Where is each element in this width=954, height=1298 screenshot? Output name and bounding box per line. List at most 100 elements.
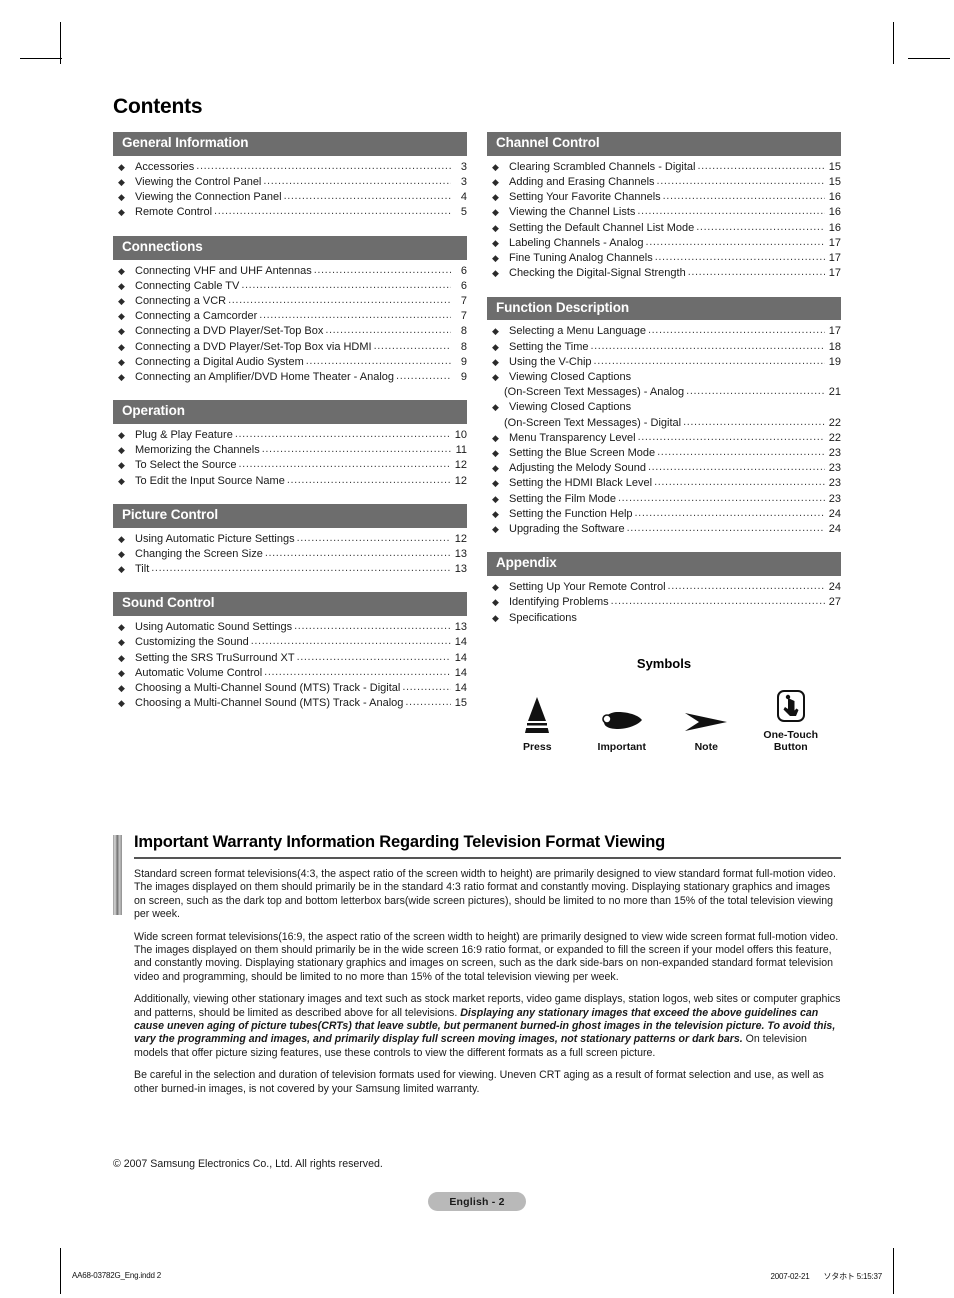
toc-entry[interactable]: ◆ Choosing a Multi-Channel Sound (MTS) Tr… [113,696,467,711]
toc-section-items: ◆ Using Automatic Picture Settings.......… [113,528,467,578]
toc-section-items: ◆ Plug & Play Feature....................… [113,424,467,489]
toc-section-heading: General Information [113,132,467,156]
toc-section-items: ◆ Accessories............................… [113,156,467,221]
toc-entry-label: Plug & Play Feature [135,429,233,442]
toc-entry-page: 15 [828,176,841,189]
print-footer-filename: AA68-03782G_Eng.indd 2 [72,1271,162,1280]
toc-leader-dots: ........................................… [667,580,825,593]
page-title: Contents [113,95,203,118]
toc-entry[interactable]: ◆ Menu Transparency Level................… [487,431,841,446]
toc-entry-label: Memorizing the Channels [135,444,260,457]
toc-entry[interactable]: ◆ To Select the Source...................… [113,458,467,473]
symbol-item: One-Touch Button [751,681,831,754]
symbol-caption: Important [597,741,646,754]
toc-entry[interactable]: ◆ Selecting a Menu Language..............… [487,324,841,339]
toc-entry[interactable]: ◆ Customizing the Sound..................… [113,635,467,650]
toc-entry[interactable]: ◆ Connecting a VCR.......................… [113,294,467,309]
diamond-bullet-icon: ◆ [118,177,125,188]
toc-entry[interactable]: ◆ Connecting a DVD Player/Set-Top Box via… [113,340,467,355]
toc-entry[interactable]: ◆ Using Automatic Picture Settings.......… [113,532,467,547]
toc-entry[interactable]: ◆ To Edit the Input Source Name..........… [113,474,467,489]
toc-entry-page: 9 [460,370,467,383]
toc-entry[interactable]: ◆ Setting the Function Help..............… [487,507,841,522]
toc-leader-dots: ........................................… [590,339,826,352]
toc-entry[interactable]: ◆ Adding and Erasing Channels............… [487,175,841,190]
diamond-bullet-icon: ◆ [492,237,499,248]
toc-entry[interactable]: ◆ Tilt...................................… [113,562,467,577]
diamond-bullet-icon: ◆ [118,192,125,203]
toc-leader-dots: ........................................… [610,595,825,608]
toc-entry-page: 3 [460,176,467,189]
toc-entry-page: 16 [828,191,841,204]
toc-entry[interactable]: ◆ Automatic Volume Control...............… [113,666,467,681]
toc-entry[interactable]: ◆ Connecting a Camcorder.................… [113,309,467,324]
diamond-bullet-icon: ◆ [118,698,125,709]
toc-entry[interactable]: ◆ Viewing the Channel Lists..............… [487,205,841,220]
toc-entry[interactable]: ◆ Labeling Channels - Analog.............… [487,236,841,251]
toc-entry[interactable]: ◆ Connecting a Digital Audio System......… [113,355,467,370]
toc-entry[interactable]: ◆ Viewing the Control Panel..............… [113,175,467,190]
symbol-caption: Press [522,741,552,754]
toc-entry-label: Connecting an Amplifier/DVD Home Theater… [135,370,395,383]
toc-entry[interactable]: ◆ Identifying Problems...................… [487,595,841,610]
diamond-bullet-icon: ◆ [118,326,125,337]
toc-entry[interactable]: ◆ Setting the Blue Screen Mode...........… [487,446,841,461]
toc-entry[interactable]: ◆Viewing Closed Captions................… [487,400,841,415]
diamond-bullet-icon: ◆ [492,177,499,188]
diamond-bullet-icon: ◆ [118,533,125,544]
toc-entry-page: 14 [454,636,467,649]
toc-entry[interactable]: ◆ Remote Control.........................… [113,205,467,220]
toc-leader-dots: ........................................… [151,562,451,575]
toc-leader-dots: ........................................… [657,446,825,458]
toc-entry[interactable]: (On-Screen Text Messages) - Digital.....… [487,416,841,431]
warranty-paragraph-2: Wide screen format televisions(16:9, the… [134,930,839,983]
toc-entry[interactable]: ◆ Using the V-Chip.......................… [487,355,841,370]
diamond-bullet-icon: ◆ [118,652,125,663]
toc-entry-page: 6 [460,264,467,277]
toc-entry[interactable]: ◆ Connecting VHF and UHF Antennas........… [113,264,467,279]
toc-entry-label: Changing the Screen Size [135,547,263,560]
diamond-bullet-icon: ◆ [118,341,125,352]
toc-entry[interactable]: ◆ Setting the Time.......................… [487,340,841,355]
crop-mark-top-right-vertical [893,22,894,64]
toc-entry[interactable]: ◆ Setting Up Your Remote Control.........… [487,580,841,595]
toc-entry[interactable]: ◆ Adjusting the Melody Sound.............… [487,461,841,476]
toc-entry[interactable]: ◆ Changing the Screen Size...............… [113,547,467,562]
toc-entry-label: Setting the Function Help [509,507,633,520]
toc-entry[interactable]: ◆Specifications.........................… [487,611,841,626]
toc-entry[interactable]: ◆ Memorizing the Channels................… [113,443,467,458]
toc-entry-label: Remote Control [135,206,213,219]
toc-entry[interactable]: ◆ Using Automatic Sound Settings.........… [113,620,467,635]
toc-entry[interactable]: ◆ Viewing the Connection Panel...........… [113,190,467,205]
toc-entry-page: 7 [460,294,467,307]
toc-entry-page: 4 [460,191,467,204]
toc-entry-label: Connecting a VCR [135,294,227,307]
symbols-legend: Symbols Press Important Note One-Touch Button [487,656,841,754]
diamond-bullet-icon: ◆ [492,524,499,535]
toc-entry[interactable]: ◆ Checking the Digital-Signal Strength...… [487,266,841,281]
toc-entry[interactable]: ◆ Upgrading the Software.................… [487,522,841,537]
toc-entry[interactable]: ◆ Plug & Play Feature....................… [113,428,467,443]
toc-entry[interactable]: ◆ Connecting Cable TV....................… [113,279,467,294]
toc-entry[interactable]: ◆ Connecting an Amplifier/DVD Home Theate… [113,370,467,385]
toc-leader-dots: ........................................… [250,635,451,648]
toc-entry[interactable]: ◆Viewing Closed Captions................… [487,370,841,385]
toc-entry-page: 12 [454,474,467,487]
toc-entry[interactable]: ◆ Setting the Default Channel List Mode..… [487,221,841,236]
toc-entry[interactable]: ◆ Fine Tuning Analog Channels............… [487,251,841,266]
toc-entry[interactable]: ◆ Clearing Scrambled Channels - Digital..… [487,160,841,175]
toc-entry-label: Tilt [135,563,150,576]
toc-entry[interactable]: ◆ Setting the HDMI Black Level...........… [487,476,841,491]
toc-entry[interactable]: ◆ Setting the SRS TruSurround XT.........… [113,651,467,666]
toc-entry[interactable]: ◆ Choosing a Multi-Channel Sound (MTS) Tr… [113,681,467,696]
toc-section-items: ◆ Connecting VHF and UHF Antennas........… [113,260,467,386]
toc-entry[interactable]: ◆ Setting Your Favorite Channels.........… [487,190,841,205]
toc-entry[interactable]: (On-Screen Text Messages) - Analog......… [487,385,841,400]
toc-right-column: Channel Control ◆ Clearing Scrambled Chann… [487,132,841,754]
toc-entry[interactable]: ◆ Connecting a DVD Player/Set-Top Box....… [113,324,467,339]
diamond-bullet-icon: ◆ [118,445,125,456]
toc-entry-page: 14 [454,682,467,695]
toc-entry[interactable]: ◆ Accessories............................… [113,160,467,175]
toc-entry[interactable]: ◆ Setting the Film Mode..................… [487,492,841,507]
toc-leader-dots: ........................................… [259,309,451,322]
